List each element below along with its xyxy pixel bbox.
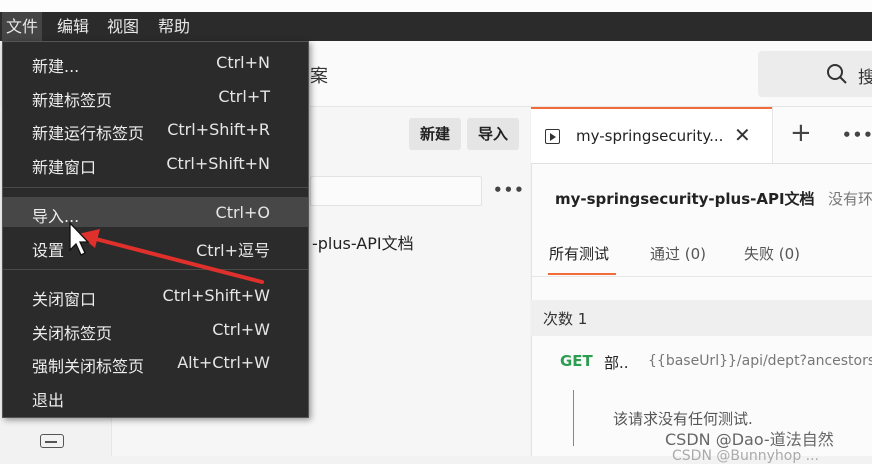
import-button[interactable]: 导入 xyxy=(467,118,519,150)
runner-title: my-springsecurity-plus-API文档 xyxy=(555,190,815,208)
menu-item-shortcut: Alt+Ctrl+W xyxy=(177,353,270,372)
menu-item-label: 新建标签页 xyxy=(32,91,113,110)
search-icon xyxy=(827,64,847,84)
menu-item-close-tab[interactable]: 关闭标签页 Ctrl+W xyxy=(3,314,308,344)
tab-runner[interactable]: my-springsecurity... ✕ xyxy=(531,107,772,163)
watermark-secondary: CSDN @Bunnyhop ... xyxy=(672,448,819,464)
mock-server-icon[interactable] xyxy=(40,434,64,448)
file-menu: 新建... Ctrl+N 新建标签页 Ctrl+T 新建运行标签页 Ctrl+S… xyxy=(2,41,309,418)
menu-item-shortcut: Ctrl+Shift+N xyxy=(166,154,270,173)
menu-item-shortcut: Ctrl+O xyxy=(215,203,270,222)
menu-item-shortcut: Ctrl+T xyxy=(218,87,270,106)
menu-item-label: 新建窗口 xyxy=(32,158,97,177)
sidebar-more-icon[interactable]: ••• xyxy=(493,181,525,199)
menu-item-import[interactable]: 导入... Ctrl+O xyxy=(3,197,308,227)
search-label: 搜 xyxy=(858,68,872,88)
menu-separator xyxy=(3,269,308,270)
request-url: {{baseUrl}}/api/dept?ancestors xyxy=(648,353,872,369)
menu-item-shortcut: Ctrl+Shift+R xyxy=(167,120,270,139)
search-box[interactable]: 搜 xyxy=(758,51,872,97)
filter-input[interactable] xyxy=(310,176,482,206)
menu-item-close-window[interactable]: 关闭窗口 Ctrl+Shift+W xyxy=(3,280,308,310)
tab-passed[interactable]: 通过 (0) xyxy=(650,243,706,264)
tab-more-icon[interactable]: ••• xyxy=(842,126,872,144)
menu-item-new-runner-tab[interactable]: 新建运行标签页 Ctrl+Shift+R xyxy=(3,114,308,144)
iteration-label: 次数 1 xyxy=(543,310,588,328)
runner-play-icon xyxy=(545,129,560,144)
add-tab-icon[interactable]: + xyxy=(790,118,812,148)
menu-item-shortcut: Ctrl+W xyxy=(212,320,270,339)
watermark: CSDN @Dao-道法自然 xyxy=(665,430,834,449)
menu-item-new[interactable]: 新建... Ctrl+N xyxy=(3,47,308,77)
tabs-divider xyxy=(531,163,872,164)
tab-failed[interactable]: 失败 (0) xyxy=(744,243,800,264)
tab-title: my-springsecurity... xyxy=(576,127,724,145)
collection-item[interactable]: -plus-API文档 xyxy=(312,230,414,254)
header-title: 案 xyxy=(310,66,328,87)
menu-help[interactable]: 帮助 xyxy=(154,12,194,41)
menu-item-settings[interactable]: 设置 Ctrl+逗号 xyxy=(3,231,308,261)
menu-view[interactable]: 视图 xyxy=(103,12,143,41)
menu-item-new-window[interactable]: 新建窗口 Ctrl+Shift+N xyxy=(3,148,308,178)
active-tab-underline xyxy=(548,273,616,275)
menu-item-label: 强制关闭标签页 xyxy=(32,357,145,376)
tab-separator xyxy=(772,107,773,163)
request-method: GET xyxy=(560,352,593,370)
close-icon[interactable]: ✕ xyxy=(734,123,751,147)
menu-item-exit[interactable]: 退出 xyxy=(3,381,308,411)
tab-all-tests[interactable]: 所有测试 xyxy=(549,243,609,264)
menu-item-shortcut: Ctrl+N xyxy=(216,53,270,72)
runner-tabs-line xyxy=(531,276,872,277)
new-button[interactable]: 新建 xyxy=(409,118,461,150)
menu-item-label: 新建... xyxy=(32,57,80,76)
menu-item-label: 退出 xyxy=(32,391,65,410)
menu-item-shortcut: Ctrl+逗号 xyxy=(196,241,270,260)
menu-item-new-tab[interactable]: 新建标签页 Ctrl+T xyxy=(3,81,308,111)
request-name[interactable]: 部.. xyxy=(604,352,629,373)
menu-bar: 文件 编辑 视图 帮助 xyxy=(0,12,872,41)
result-indent-line xyxy=(573,390,574,446)
menu-item-label: 关闭标签页 xyxy=(32,324,113,343)
menu-item-label: 新建运行标签页 xyxy=(32,124,145,143)
menu-item-label: 导入... xyxy=(32,207,80,226)
menu-file[interactable]: 文件 xyxy=(2,12,43,41)
menu-item-shortcut: Ctrl+Shift+W xyxy=(162,286,270,305)
menu-separator xyxy=(3,187,308,188)
menu-edit[interactable]: 编辑 xyxy=(53,12,93,41)
window-top-strip xyxy=(0,0,872,12)
runner-env: 没有环 xyxy=(828,190,872,208)
menu-item-label: 设置 xyxy=(32,241,65,260)
menu-item-force-close-tab[interactable]: 强制关闭标签页 Alt+Ctrl+W xyxy=(3,347,308,377)
menu-item-label: 关闭窗口 xyxy=(32,290,97,309)
